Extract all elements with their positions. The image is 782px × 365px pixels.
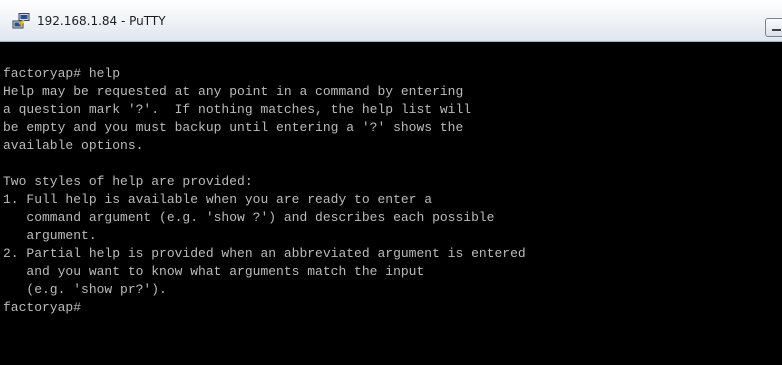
terminal-line: a question mark '?'. If nothing matches,… [3, 102, 472, 117]
terminal-line: be empty and you must backup until enter… [3, 120, 464, 135]
terminal-line: available options. [3, 138, 144, 153]
terminal-line: argument. [3, 228, 97, 243]
putty-window: 192.168.1.84 - PuTTY factoryap# help Hel… [0, 0, 782, 365]
terminal-line: and you want to know what arguments matc… [3, 264, 425, 279]
minimize-icon [772, 29, 781, 31]
terminal-line: 2. Partial help is provided when an abbr… [3, 246, 526, 261]
terminal-prompt-line: factoryap# [3, 300, 82, 315]
terminal-line: Two styles of help are provided: [3, 174, 253, 189]
title-bar[interactable]: 192.168.1.84 - PuTTY [0, 0, 782, 42]
minimize-button[interactable] [765, 18, 782, 37]
terminal-line: command argument (e.g. 'show ?') and des… [3, 210, 495, 225]
terminal-line: Help may be requested at any point in a … [3, 84, 464, 99]
terminal-line: (e.g. 'show pr?'). [3, 282, 167, 297]
terminal-line: factoryap# help [3, 66, 121, 81]
window-title: 192.168.1.84 - PuTTY [37, 14, 166, 28]
terminal-screen[interactable]: factoryap# help Help may be requested at… [0, 42, 782, 365]
putty-icon[interactable] [12, 13, 30, 29]
terminal-line: 1. Full help is available when you are r… [3, 192, 433, 207]
